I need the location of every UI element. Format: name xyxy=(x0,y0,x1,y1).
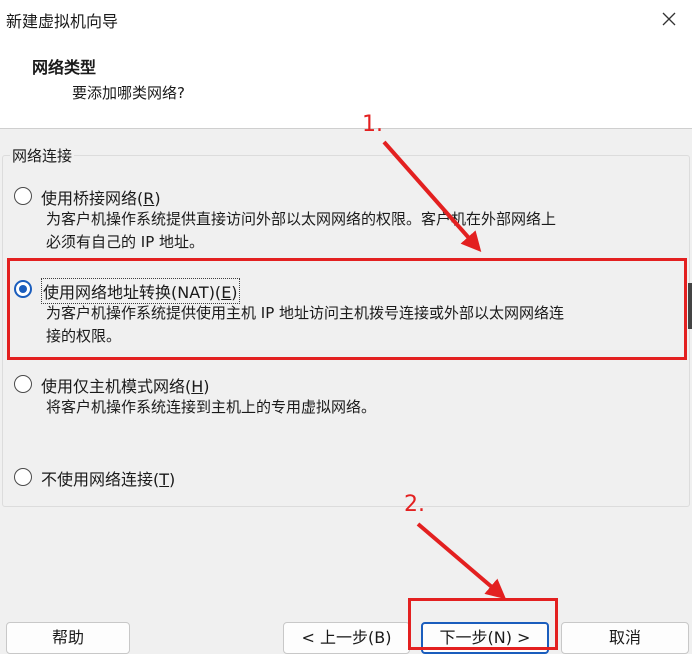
option-host-only-label[interactable]: 使用仅主机模式网络(H) xyxy=(41,373,210,397)
group-legend: 网络连接 xyxy=(10,145,75,166)
wizard-header: 网络类型 要添加哪类网络? xyxy=(0,40,692,129)
next-button[interactable]: 下一步(N) > xyxy=(421,622,549,654)
scrollbar-edge[interactable] xyxy=(688,283,692,329)
option-bridged-description: 为客户机操作系统提供直接访问外部以太网网络的权限。客户机在外部网络上 必须有自己… xyxy=(46,210,557,251)
option-nat-label[interactable]: 使用网络地址转换(NAT)(E) xyxy=(41,278,240,304)
cancel-button[interactable]: 取消 xyxy=(561,622,689,654)
annotation-step-1: 1. xyxy=(362,112,383,137)
option-host-only-description: 将客户机操作系统连接到主机上的专用虚拟网络。 xyxy=(46,398,377,416)
back-button[interactable]: < 上一步(B) xyxy=(283,622,410,654)
window-title: 新建虚拟机向导 xyxy=(6,12,119,31)
radio-nat[interactable] xyxy=(14,280,32,298)
annotation-step-2: 2. xyxy=(404,492,425,517)
option-nat-description: 为客户机操作系统提供使用主机 IP 地址访问主机拨号连接或外部以太网网络连 接的… xyxy=(46,304,565,345)
help-button[interactable]: 帮助 xyxy=(6,622,130,654)
title-bar: 新建虚拟机向导 xyxy=(0,0,692,40)
radio-bridged[interactable] xyxy=(14,187,32,205)
radio-host-only[interactable] xyxy=(14,375,32,393)
close-icon xyxy=(662,12,676,26)
arrow-to-next xyxy=(416,522,507,600)
close-button[interactable] xyxy=(646,0,692,38)
option-no-network-label[interactable]: 不使用网络连接(T) xyxy=(41,466,175,490)
page-subtitle: 要添加哪类网络? xyxy=(72,84,185,102)
page-title: 网络类型 xyxy=(32,58,97,77)
radio-no-network[interactable] xyxy=(14,468,32,486)
option-bridged-label[interactable]: 使用桥接网络(R) xyxy=(41,185,161,209)
